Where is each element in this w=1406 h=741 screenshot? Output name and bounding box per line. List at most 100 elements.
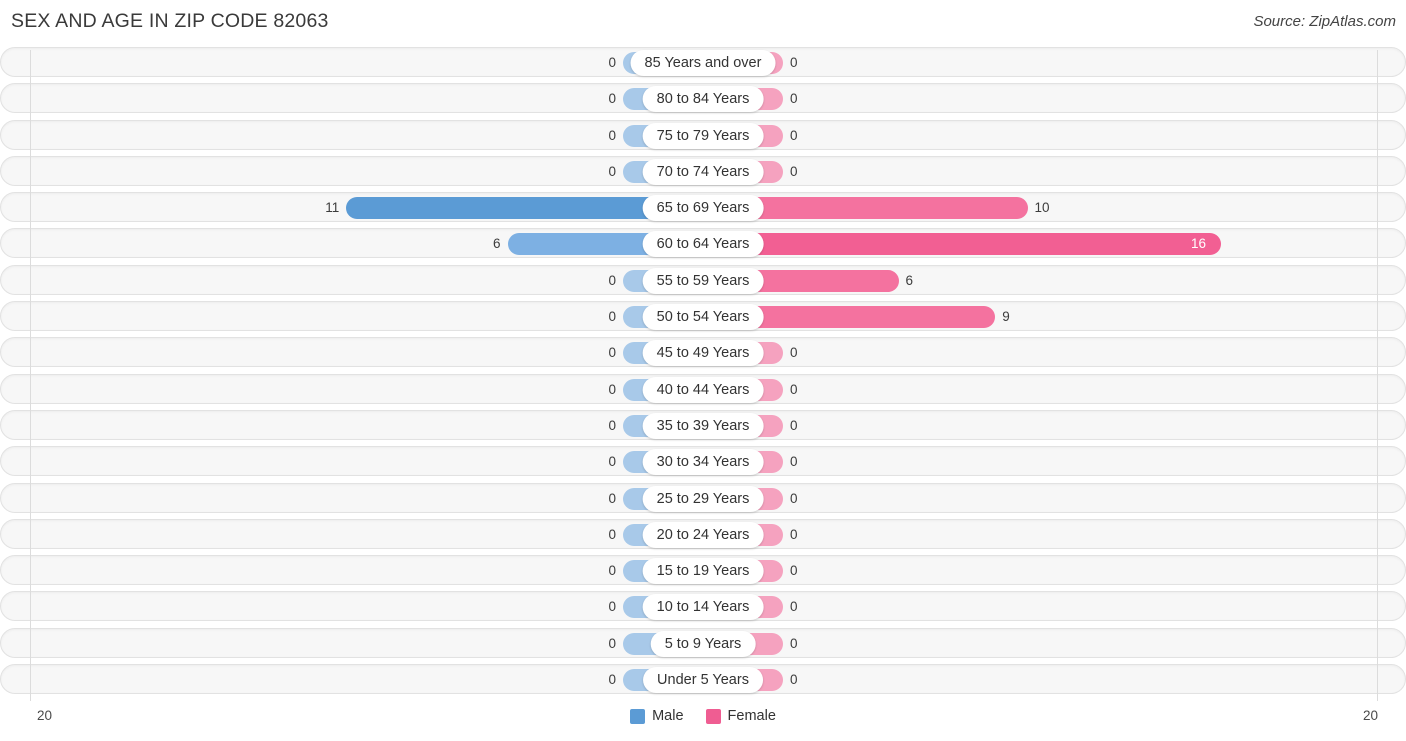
category-label-pill: 70 to 74 Years bbox=[642, 158, 764, 185]
female-value-label: 0 bbox=[790, 91, 798, 107]
male-value-label: 0 bbox=[608, 345, 616, 361]
male-value-label: 0 bbox=[608, 454, 616, 470]
legend-label-female: Female bbox=[727, 708, 776, 724]
female-value-label: 10 bbox=[1034, 200, 1050, 216]
category-label-pill: 55 to 59 Years bbox=[642, 267, 764, 294]
chart-row-inner: 0 0 20 to 24 Years bbox=[1, 520, 1405, 548]
chart-row-inner: 0 0 30 to 34 Years bbox=[1, 447, 1405, 476]
female-color-swatch-icon bbox=[705, 708, 721, 724]
chart-row-inner: 6 16 60 to 64 Years bbox=[1, 229, 1405, 258]
axis-line-left bbox=[30, 50, 31, 701]
category-label-pill: 60 to 64 Years bbox=[642, 231, 764, 258]
chart-row: 0 9 50 to 54 Years bbox=[0, 301, 1406, 332]
chart-row-inner: 0 0 85 Years and over bbox=[1, 48, 1405, 76]
chart-row-inner: 0 6 55 to 59 Years bbox=[1, 266, 1405, 294]
male-value-label: 0 bbox=[608, 490, 616, 506]
male-value-label: 0 bbox=[608, 526, 616, 542]
chart-footer: 20 20 Male Female bbox=[0, 701, 1406, 741]
chart-row-inner: 0 0 70 to 74 Years bbox=[1, 157, 1405, 185]
female-value-label: 0 bbox=[790, 163, 798, 179]
male-value-label: 6 bbox=[492, 236, 501, 252]
chart-row-inner: 0 0 80 to 84 Years bbox=[1, 84, 1405, 113]
category-label-pill: 85 Years and over bbox=[630, 50, 776, 76]
female-value-label: 0 bbox=[790, 381, 798, 397]
category-label-pill: 35 to 39 Years bbox=[642, 412, 764, 439]
female-value-label: 6 bbox=[905, 272, 914, 288]
female-value-label: 0 bbox=[790, 526, 798, 542]
chart-row: 0 0 45 to 49 Years bbox=[0, 337, 1406, 368]
page-title: SEX AND AGE IN ZIP CODE 82063 bbox=[11, 10, 329, 32]
male-value-label: 0 bbox=[608, 381, 616, 397]
chart-row: 0 0 85 Years and over bbox=[0, 47, 1406, 77]
category-label-pill: 30 to 34 Years bbox=[642, 449, 764, 476]
male-value-label: 0 bbox=[608, 599, 616, 615]
female-value-label: 0 bbox=[790, 599, 798, 615]
category-label-pill: 65 to 69 Years bbox=[642, 195, 764, 222]
female-value-label: 0 bbox=[790, 55, 798, 70]
category-label-pill: 80 to 84 Years bbox=[642, 86, 764, 113]
female-value-label: 0 bbox=[790, 635, 798, 651]
female-value-label: 0 bbox=[790, 490, 798, 506]
chart-row-inner: 0 0 40 to 44 Years bbox=[1, 375, 1405, 403]
female-value-label: 0 bbox=[790, 672, 798, 688]
chart-row: 0 0 70 to 74 Years bbox=[0, 155, 1406, 186]
category-label-pill: 20 to 24 Years bbox=[642, 521, 764, 548]
male-value-label: 0 bbox=[608, 127, 616, 143]
chart-header: SEX AND AGE IN ZIP CODE 82063 Source: Zi… bbox=[0, 0, 1406, 46]
chart-row: 0 6 55 to 59 Years bbox=[0, 264, 1406, 295]
legend-label-male: Male bbox=[652, 708, 684, 724]
chart-row-inner: 0 0 45 to 49 Years bbox=[1, 338, 1405, 367]
chart-row-inner: 0 0 5 to 9 Years bbox=[1, 629, 1405, 657]
chart-row: 0 0 80 to 84 Years bbox=[0, 83, 1406, 114]
chart-row: 0 0 30 to 34 Years bbox=[0, 446, 1406, 477]
category-label-pill: 15 to 19 Years bbox=[642, 558, 764, 585]
male-value-label: 0 bbox=[608, 672, 616, 688]
chart-row: 0 0 75 to 79 Years bbox=[0, 119, 1406, 150]
category-label-pill: 45 to 49 Years bbox=[642, 340, 764, 367]
chart-row: 0 0 35 to 39 Years bbox=[0, 409, 1406, 440]
chart-row-inner: 0 0 10 to 14 Years bbox=[1, 592, 1405, 621]
population-pyramid-chart: 0 0 85 Years and over 0 0 80 to 84 Years 0 0 75 … bbox=[0, 47, 1406, 701]
chart-row-inner: 0 0 75 to 79 Years bbox=[1, 121, 1405, 149]
female-value-label: 16 bbox=[1191, 236, 1207, 252]
category-label-pill: 50 to 54 Years bbox=[642, 304, 764, 331]
chart-row: 6 16 60 to 64 Years bbox=[0, 228, 1406, 259]
axis-line-right bbox=[1377, 50, 1378, 701]
female-value-label: 0 bbox=[790, 563, 798, 579]
male-value-label: 0 bbox=[608, 309, 616, 325]
female-value-label: 0 bbox=[790, 127, 798, 143]
chart-row: 0 0 20 to 24 Years bbox=[0, 518, 1406, 549]
chart-row: 0 0 40 to 44 Years bbox=[0, 373, 1406, 404]
chart-row-inner: 0 0 Under 5 Years bbox=[1, 665, 1405, 694]
chart-rows: 0 0 85 Years and over 0 0 80 to 84 Years 0 0 75 … bbox=[0, 47, 1406, 700]
category-label-pill: 25 to 29 Years bbox=[642, 485, 764, 512]
male-value-label: 0 bbox=[608, 163, 616, 179]
male-color-swatch-icon bbox=[630, 708, 646, 724]
chart-legend: Male Female bbox=[0, 708, 1406, 724]
female-bar[interactable] bbox=[705, 233, 1221, 256]
chart-row: 0 0 Under 5 Years bbox=[0, 664, 1406, 695]
chart-row-inner: 0 9 50 to 54 Years bbox=[1, 302, 1405, 331]
chart-row: 0 0 5 to 9 Years bbox=[0, 627, 1406, 658]
chart-row-inner: 0 0 35 to 39 Years bbox=[1, 411, 1405, 439]
male-value-label: 0 bbox=[608, 417, 616, 433]
category-label-pill: 40 to 44 Years bbox=[642, 376, 764, 403]
male-value-label: 0 bbox=[608, 91, 616, 107]
male-value-label: 0 bbox=[608, 635, 616, 651]
category-label-pill: 10 to 14 Years bbox=[642, 594, 764, 621]
male-value-label: 0 bbox=[608, 272, 616, 288]
chart-row-inner: 11 10 65 to 69 Years bbox=[1, 193, 1405, 222]
source-attribution: Source: ZipAtlas.com bbox=[1253, 13, 1396, 30]
female-value-label: 0 bbox=[790, 454, 798, 470]
chart-row: 0 0 25 to 29 Years bbox=[0, 482, 1406, 513]
category-label-pill: 75 to 79 Years bbox=[642, 122, 764, 149]
chart-row-inner: 0 0 25 to 29 Years bbox=[1, 484, 1405, 512]
chart-row: 11 10 65 to 69 Years bbox=[0, 192, 1406, 223]
female-value-label: 0 bbox=[790, 417, 798, 433]
category-label-pill: 5 to 9 Years bbox=[650, 630, 756, 657]
female-value-label: 9 bbox=[1002, 309, 1010, 325]
legend-item-female[interactable]: Female bbox=[705, 708, 776, 724]
legend-item-male[interactable]: Male bbox=[630, 708, 684, 724]
male-value-label: 11 bbox=[325, 200, 340, 216]
male-value-label: 0 bbox=[608, 563, 616, 579]
